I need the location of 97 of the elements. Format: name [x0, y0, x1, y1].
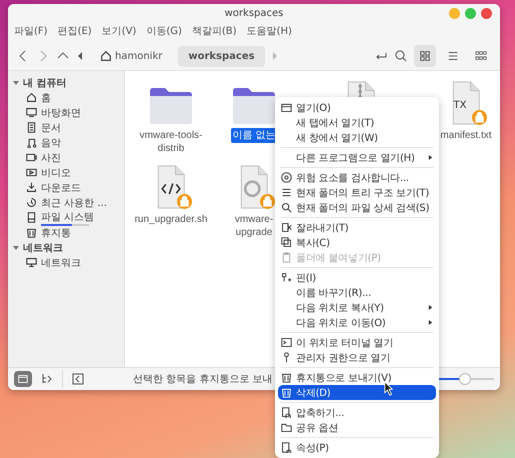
menu-item[interactable]: 이동(G) [146, 24, 182, 38]
menu-item[interactable]: 책갈피(B) [192, 24, 237, 38]
pin-icon [281, 272, 292, 283]
trash-icon [281, 372, 292, 383]
menu-item[interactable]: 다음 위치로 이동(O) [278, 315, 436, 330]
window-icon [17, 373, 29, 385]
status-text: 선택한 항목을 휴지통으로 보내 [133, 373, 273, 386]
search-icon [281, 202, 292, 213]
collapse-icon[interactable] [71, 372, 85, 386]
sidebar-item[interactable]: 파일 시스템 [41, 210, 94, 224]
cut-icon [281, 222, 292, 233]
terminal-icon [281, 337, 292, 348]
document-icon [281, 442, 292, 453]
folder-icon[interactable] [149, 87, 193, 125]
grid-view-button[interactable] [414, 45, 436, 67]
sidebar-item[interactable]: 문서 [41, 120, 61, 134]
desktop-icon [26, 107, 37, 118]
sidebar-item[interactable]: 음악 [41, 136, 61, 150]
home-icon [100, 50, 112, 62]
menu-item[interactable]: 공유 옵션 [278, 420, 436, 435]
menu-item[interactable]: 휴지통으로 보내기(V) [278, 370, 436, 385]
menu-item[interactable]: 복사(C) [278, 235, 436, 250]
sidebar-item[interactable]: 홈 [41, 90, 51, 104]
expander-icon[interactable] [12, 78, 20, 86]
menu-item[interactable]: 이 위치로 터미널 열기 [278, 335, 436, 350]
mouse-cursor-icon [384, 381, 394, 396]
sidebar-section-title: 내 컴퓨터 [23, 76, 66, 90]
menu-item[interactable]: 현재 폴더의 파일 상세 검색(S) [278, 200, 436, 215]
left-triangle-icon[interactable] [76, 51, 84, 61]
path-button[interactable]: hamonikr [90, 45, 172, 67]
menu-item[interactable]: 이름 바꾸기(R)... [278, 285, 436, 300]
menu-item[interactable]: 위험 요소를 검사합니다... [278, 170, 436, 185]
menu-item[interactable]: 새 탭에서 열기(T) [278, 115, 436, 130]
folder-icon[interactable] [232, 87, 276, 125]
menu-item[interactable]: 파일(F) [14, 24, 48, 38]
submenu-arrow-icon [428, 319, 433, 326]
grid-icon [419, 50, 431, 62]
folder-icon [281, 422, 292, 433]
archive-icon [281, 407, 292, 418]
menu-item[interactable]: 새 창에서 열기(W) [278, 130, 436, 145]
sidebar-item[interactable]: 다운로드 [41, 180, 81, 194]
menu-item[interactable]: 열기(O) [278, 100, 436, 115]
music-icon [26, 137, 37, 148]
menu-item[interactable]: 압축하기... [278, 405, 436, 420]
text-file-icon[interactable] [450, 81, 482, 125]
sidebar-item[interactable]: 비디오 [41, 166, 71, 180]
sidebar-item[interactable]: 휴지통 [41, 226, 71, 240]
trash-icon [26, 227, 37, 238]
sidebar-toggle-button[interactable] [14, 371, 32, 387]
menu-item[interactable]: 도움말(H) [246, 24, 292, 38]
key-icon [281, 352, 292, 363]
file-type-label: TX [454, 100, 466, 111]
file-name[interactable]: vmware-tools- distrib [138, 128, 204, 156]
open-icon [281, 102, 292, 113]
tree-icon[interactable] [40, 372, 54, 386]
submenu-arrow-icon [428, 154, 433, 161]
list-icon [447, 50, 459, 62]
monitor-icon [26, 257, 37, 268]
file-name[interactable]: run_upgrader.sh [132, 212, 210, 227]
camera-icon [26, 152, 37, 163]
file-name[interactable]: manifest.txt [438, 128, 494, 143]
lines-icon [281, 187, 292, 198]
download-icon [26, 182, 37, 193]
menu-item[interactable]: 잘라내기(T) [278, 220, 436, 235]
search-icon[interactable] [394, 49, 408, 63]
expander-icon[interactable] [12, 244, 20, 252]
menu-item[interactable]: 핀(I) [278, 270, 436, 285]
grid-icon [475, 50, 487, 62]
menu-item[interactable]: 삭제(D) [278, 385, 436, 400]
trash-icon [281, 387, 292, 398]
copy-icon [281, 237, 292, 248]
submenu-arrow-icon [428, 304, 433, 311]
code-file-icon[interactable] [156, 165, 186, 209]
sidebar-section-title: 네트워크 [23, 242, 63, 254]
menu-item[interactable]: 다른 프로그램으로 열기(H) [278, 150, 436, 165]
menu-item[interactable]: 현재 폴더의 트리 구조 보기(T) [278, 185, 436, 200]
menu-item[interactable]: 편집(E) [58, 24, 92, 38]
sidebar-item[interactable]: 바탕화면 [41, 106, 81, 120]
video-icon [26, 167, 37, 178]
menu-item[interactable]: 다음 위치로 복사(Y) [278, 300, 436, 315]
sidebar-item[interactable]: 최근 사용한 ... [41, 196, 107, 210]
sidebar-item[interactable]: 네트워크 [41, 256, 81, 270]
sidebar-item[interactable]: 사진 [41, 150, 61, 164]
doc-icon [26, 122, 37, 133]
clipboard-icon [281, 252, 292, 263]
window-title: workspaces [224, 8, 284, 18]
file-name[interactable]: vmware- upgrade [232, 212, 276, 240]
close-button[interactable] [481, 8, 492, 19]
clock-icon [26, 197, 37, 208]
slider-thumb[interactable] [459, 373, 471, 385]
file-name[interactable]: 이름 없는 [230, 128, 278, 143]
home-icon [26, 92, 37, 103]
menu-item[interactable]: 보기(V) [102, 24, 136, 38]
path-button[interactable]: workspaces [178, 46, 265, 66]
menu-item[interactable]: 관리자 권한으로 열기 [278, 350, 436, 365]
drive-icon [26, 212, 37, 223]
menu-item[interactable]: 속성(P) [278, 440, 436, 455]
